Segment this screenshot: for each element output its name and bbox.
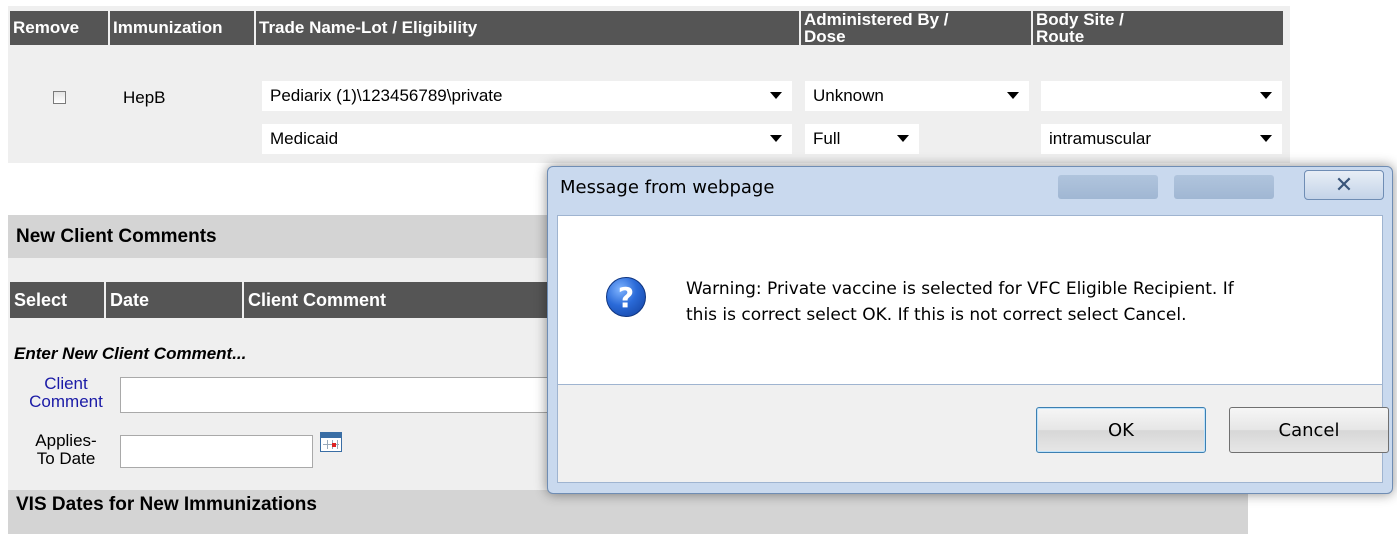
cancel-button[interactable]: Cancel <box>1229 407 1389 453</box>
header-trade-name: Trade Name-Lot / Eligibility <box>256 11 799 45</box>
chevron-down-icon <box>770 135 782 142</box>
header-immunization: Immunization <box>110 11 254 45</box>
eligibility-value: Medicaid <box>270 129 339 148</box>
administered-by-select[interactable]: Unknown <box>805 81 1029 111</box>
client-comment-label: Client Comment <box>20 375 112 411</box>
header-administered-by: Administered By / Dose <box>801 11 1031 45</box>
body-site-select[interactable] <box>1041 81 1282 111</box>
ghost-cancel-button <box>1174 175 1274 199</box>
vis-dates-title: VIS Dates for New Immunizations <box>8 490 1248 534</box>
client-comment-input[interactable] <box>120 377 560 413</box>
enter-new-comment-label: Enter New Client Comment... <box>14 344 247 363</box>
header-remove: Remove <box>10 11 108 45</box>
warning-message-line1: Warning: Private vaccine is selected for… <box>686 279 1234 299</box>
header-client-comment: Client Comment <box>244 282 564 318</box>
close-button[interactable]: ✕ <box>1304 170 1384 200</box>
header-body-site-line1: Body Site / <box>1036 10 1124 29</box>
header-body-site-line2: Route <box>1036 27 1085 46</box>
administered-by-value: Unknown <box>813 86 884 105</box>
chevron-down-icon <box>1260 92 1272 99</box>
header-body-site: Body Site / Route <box>1033 11 1283 45</box>
warning-message-line2: this is correct select OK. If this is no… <box>686 305 1187 325</box>
ok-button[interactable]: OK <box>1036 407 1206 453</box>
eligibility-select[interactable]: Medicaid <box>262 124 792 154</box>
dose-value: Full <box>813 129 841 148</box>
calendar-icon[interactable] <box>320 432 342 452</box>
ghost-ok-button <box>1058 175 1158 199</box>
trade-name-lot-value: Pediarix (1)\123456789\private <box>270 86 503 105</box>
warning-message: Warning: Private vaccine is selected for… <box>686 276 1366 328</box>
client-comment-label-line2: Comment <box>29 392 103 411</box>
close-icon: ✕ <box>1334 172 1354 197</box>
dialog-titlebar[interactable]: Message from webpage ✕ <box>548 167 1392 207</box>
route-value: intramuscular <box>1049 129 1152 148</box>
question-glyph: ? <box>617 280 635 314</box>
chevron-down-icon <box>1007 92 1019 99</box>
dose-select[interactable]: Full <box>805 124 919 154</box>
applies-to-date-input[interactable] <box>120 435 313 468</box>
header-administered-line1: Administered By / <box>804 10 949 29</box>
applies-to-label-line1: Applies- <box>35 431 97 450</box>
chevron-down-icon <box>770 92 782 99</box>
header-date: Date <box>106 282 242 318</box>
trade-name-lot-select[interactable]: Pediarix (1)\123456789\private <box>262 81 792 111</box>
dialog-title: Message from webpage <box>560 177 775 198</box>
dialog-content: ? Warning: Private vaccine is selected f… <box>557 215 1383 385</box>
remove-checkbox[interactable] <box>53 91 66 104</box>
header-select: Select <box>10 282 104 318</box>
chevron-down-icon <box>897 135 909 142</box>
immunization-name: HepB <box>123 88 166 107</box>
route-select[interactable]: intramuscular <box>1041 124 1282 154</box>
message-dialog: Message from webpage ✕ ? Warning: Privat… <box>547 166 1393 494</box>
applies-to-label-line2: To Date <box>36 449 96 468</box>
question-icon: ? <box>606 277 646 317</box>
client-comment-label-line1: Client <box>44 374 88 393</box>
header-administered-line2: Dose <box>804 27 846 46</box>
chevron-down-icon <box>1260 135 1272 142</box>
applies-to-date-label: Applies- To Date <box>20 432 112 468</box>
